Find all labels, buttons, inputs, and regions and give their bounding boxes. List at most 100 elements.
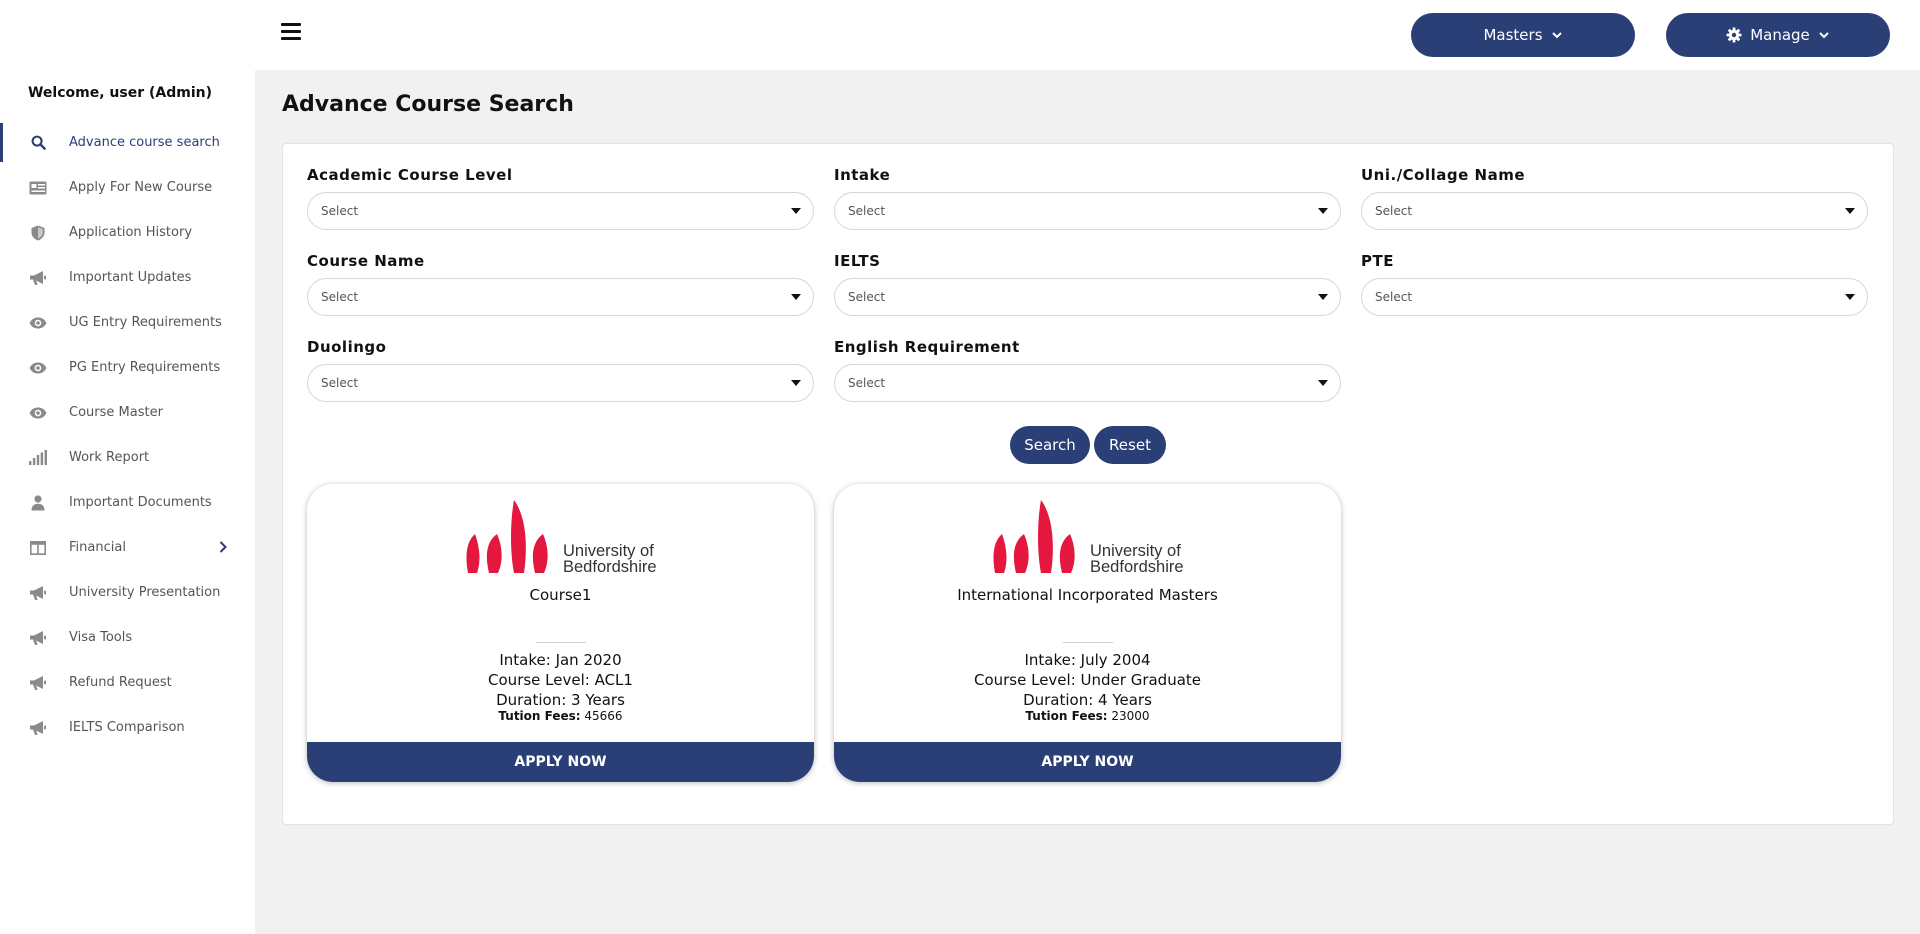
sidebar-item-label: IELTS Comparison bbox=[69, 720, 185, 735]
tuition-fees-label: Tution Fees: bbox=[1025, 709, 1108, 723]
sidebar-item-university-presentation[interactable]: University Presentation bbox=[0, 570, 255, 615]
svg-text:Bedfordshire: Bedfordshire bbox=[1090, 558, 1184, 574]
apply-now-button[interactable]: APPLY NOW bbox=[834, 742, 1341, 782]
course-intake: Intake: July 2004 bbox=[1024, 651, 1151, 669]
duolingo-select[interactable]: Select bbox=[307, 364, 814, 402]
sidebar-item-refund-request[interactable]: Refund Request bbox=[0, 660, 255, 705]
masters-dropdown-button[interactable]: Masters bbox=[1411, 13, 1635, 57]
signal-bars-icon bbox=[28, 448, 48, 468]
megaphone-icon bbox=[28, 268, 48, 288]
caret-down-icon bbox=[1318, 380, 1328, 386]
pte-select[interactable]: Select bbox=[1361, 278, 1868, 316]
megaphone-icon bbox=[28, 583, 48, 603]
tuition-fees: Tution Fees: 23000 bbox=[834, 709, 1341, 723]
english-requirement-field: English Requirement Select bbox=[834, 338, 1341, 402]
ielts-field: IELTS Select bbox=[834, 252, 1341, 316]
course-level: Course Level: ACL1 bbox=[488, 671, 633, 689]
apply-now-button[interactable]: APPLY NOW bbox=[307, 742, 814, 782]
sidebar-item-important-updates[interactable]: Important Updates bbox=[0, 255, 255, 300]
caret-down-icon bbox=[791, 294, 801, 300]
chevron-down-icon bbox=[1819, 32, 1829, 39]
university-logo: University of Bedfordshire bbox=[466, 500, 657, 574]
english-requirement-select[interactable]: Select bbox=[834, 364, 1341, 402]
course-card: University of Bedfordshire International… bbox=[834, 484, 1341, 782]
megaphone-icon bbox=[28, 718, 48, 738]
sidebar-item-apply-for-new-course[interactable]: Apply For New Course bbox=[0, 165, 255, 210]
field-label: English Requirement bbox=[834, 338, 1020, 356]
course-name-field: Course Name Select bbox=[307, 252, 814, 316]
field-label: Duolingo bbox=[307, 338, 387, 356]
reset-button[interactable]: Reset bbox=[1094, 426, 1166, 464]
field-label: Academic Course Level bbox=[307, 166, 513, 184]
search-button[interactable]: Search bbox=[1010, 426, 1090, 464]
field-label: Intake bbox=[834, 166, 891, 184]
select-value: Select bbox=[321, 376, 359, 390]
table-icon bbox=[28, 538, 48, 558]
course-intake: Intake: Jan 2020 bbox=[499, 651, 622, 669]
field-label: IELTS bbox=[834, 252, 881, 270]
select-value: Select bbox=[848, 376, 886, 390]
sidebar-item-pg-entry-requirements[interactable]: PG Entry Requirements bbox=[0, 345, 255, 390]
sidebar-item-label: Apply For New Course bbox=[69, 180, 213, 195]
id-card-icon bbox=[28, 178, 48, 198]
search-panel: Academic Course Level Select Intake Sele… bbox=[282, 143, 1894, 825]
manage-label: Manage bbox=[1750, 26, 1810, 44]
page-title: Advance Course Search bbox=[282, 92, 574, 117]
caret-down-icon bbox=[791, 380, 801, 386]
manage-dropdown-button[interactable]: Manage bbox=[1666, 13, 1890, 57]
uni-name-select[interactable]: Select bbox=[1361, 192, 1868, 230]
sidebar-item-course-master[interactable]: Course Master bbox=[0, 390, 255, 435]
divider bbox=[535, 642, 586, 643]
select-value: Select bbox=[321, 204, 359, 218]
sidebar-item-ielts-comparison[interactable]: IELTS Comparison bbox=[0, 705, 255, 750]
select-value: Select bbox=[848, 204, 886, 218]
user-icon bbox=[28, 493, 48, 513]
course-name-select[interactable]: Select bbox=[307, 278, 814, 316]
course-duration: Duration: 4 Years bbox=[1023, 691, 1152, 709]
caret-down-icon bbox=[1318, 294, 1328, 300]
select-value: Select bbox=[321, 290, 359, 304]
caret-down-icon bbox=[791, 208, 801, 214]
gear-icon bbox=[1726, 27, 1742, 43]
sidebar-item-visa-tools[interactable]: Visa Tools bbox=[0, 615, 255, 660]
sidebar-item-label: UG Entry Requirements bbox=[69, 315, 222, 330]
sidebar-item-work-report[interactable]: Work Report bbox=[0, 435, 255, 480]
sidebar-item-label: Important Documents bbox=[69, 495, 212, 510]
ielts-select[interactable]: Select bbox=[834, 278, 1341, 316]
welcome-message: Welcome, user (Admin) bbox=[27, 85, 212, 101]
shield-icon bbox=[28, 223, 48, 243]
tuition-fees-value: 23000 bbox=[1111, 709, 1150, 723]
course-name: Course1 bbox=[529, 586, 592, 604]
intake-select[interactable]: Select bbox=[834, 192, 1341, 230]
sidebar-item-label: University Presentation bbox=[69, 585, 221, 600]
sidebar-item-label: PG Entry Requirements bbox=[69, 360, 221, 375]
course-level: Course Level: Under Graduate bbox=[973, 671, 1202, 689]
sidebar-item-label: Important Updates bbox=[69, 270, 192, 285]
sidebar-item-advance-course-search[interactable]: Advance course search bbox=[0, 120, 255, 165]
sidebar-item-financial[interactable]: Financial bbox=[0, 525, 255, 570]
sidebar-item-application-history[interactable]: Application History bbox=[0, 210, 255, 255]
sidebar-item-label: Visa Tools bbox=[69, 630, 133, 645]
caret-down-icon bbox=[1845, 208, 1855, 214]
tuition-fees-label: Tution Fees: bbox=[498, 709, 581, 723]
megaphone-icon bbox=[28, 673, 48, 693]
sidebar-item-ug-entry-requirements[interactable]: UG Entry Requirements bbox=[0, 300, 255, 345]
eye-icon bbox=[28, 313, 48, 333]
course-card: University of Bedfordshire Course1 Intak… bbox=[307, 484, 814, 782]
svg-text:Bedfordshire: Bedfordshire bbox=[563, 558, 657, 574]
sidebar-item-label: Advance course search bbox=[69, 135, 220, 150]
sidebar: Welcome, user (Admin) Advance course sea… bbox=[0, 0, 255, 934]
academic-course-level-field: Academic Course Level Select bbox=[307, 166, 814, 230]
uni-name-field: Uni./Collage Name Select bbox=[1361, 166, 1868, 230]
field-label: Course Name bbox=[307, 252, 425, 270]
course-duration: Duration: 3 Years bbox=[496, 691, 625, 709]
sidebar-item-important-documents[interactable]: Important Documents bbox=[0, 480, 255, 525]
academic-course-level-select[interactable]: Select bbox=[307, 192, 814, 230]
caret-down-icon bbox=[1845, 294, 1855, 300]
hamburger-menu-icon[interactable] bbox=[281, 23, 301, 43]
field-label: Uni./Collage Name bbox=[1361, 166, 1526, 184]
select-value: Select bbox=[1375, 204, 1413, 218]
select-value: Select bbox=[848, 290, 886, 304]
chevron-right-icon bbox=[219, 541, 227, 557]
eye-icon bbox=[28, 358, 48, 378]
